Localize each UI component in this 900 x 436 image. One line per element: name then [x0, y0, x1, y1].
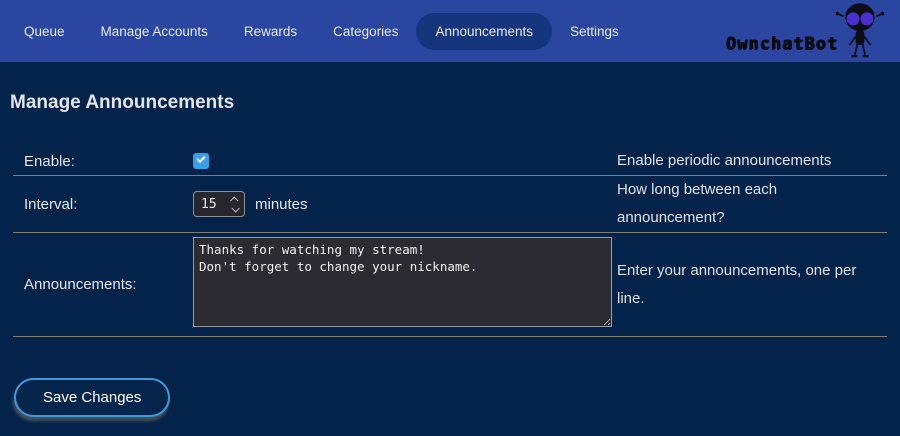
announcements-form: Enable: Enable periodic announcements In… [13, 147, 887, 337]
nav-item-rewards[interactable]: Rewards [226, 13, 315, 50]
robot-mascot-icon [834, 1, 886, 61]
form-row-enable: Enable: Enable periodic announcements [13, 147, 887, 176]
announcements-help-text: Enter your announcements, one per line. [617, 257, 887, 313]
enable-checkbox[interactable] [193, 153, 209, 169]
interval-input-box [193, 191, 245, 217]
nav-item-queue[interactable]: Queue [6, 13, 83, 50]
announcements-textarea[interactable]: Thanks for watching my stream! Don't for… [193, 237, 612, 327]
nav-item-manage-accounts[interactable]: Manage Accounts [83, 13, 226, 50]
enable-help-text: Enable periodic announcements [617, 147, 887, 175]
form-row-announcements: Announcements: Thanks for watching my st… [13, 233, 887, 337]
top-navbar: Queue Manage Accounts Rewards Categories… [0, 0, 900, 62]
interval-input[interactable] [194, 197, 224, 212]
save-changes-button[interactable]: Save Changes [14, 378, 170, 417]
page-title: Manage Announcements [10, 92, 900, 114]
app-logo: OwnchatBot [726, 0, 886, 62]
interval-unit-label: minutes [255, 196, 308, 213]
nav-item-announcements[interactable]: Announcements [416, 13, 552, 50]
interval-label: Interval: [13, 196, 193, 213]
chevron-down-icon[interactable] [231, 204, 239, 212]
nav-item-settings[interactable]: Settings [552, 13, 637, 50]
announcements-label: Announcements: [13, 276, 193, 293]
interval-help-text: How long between each announcement? [617, 176, 887, 232]
enable-label: Enable: [13, 153, 193, 170]
logo-text: OwnchatBot [726, 34, 838, 54]
checkmark-icon [196, 154, 205, 163]
form-row-interval: Interval: minutes How long between each … [13, 176, 887, 233]
nav-item-categories[interactable]: Categories [315, 13, 416, 50]
number-stepper[interactable] [232, 192, 238, 216]
chevron-up-icon[interactable] [230, 196, 238, 204]
